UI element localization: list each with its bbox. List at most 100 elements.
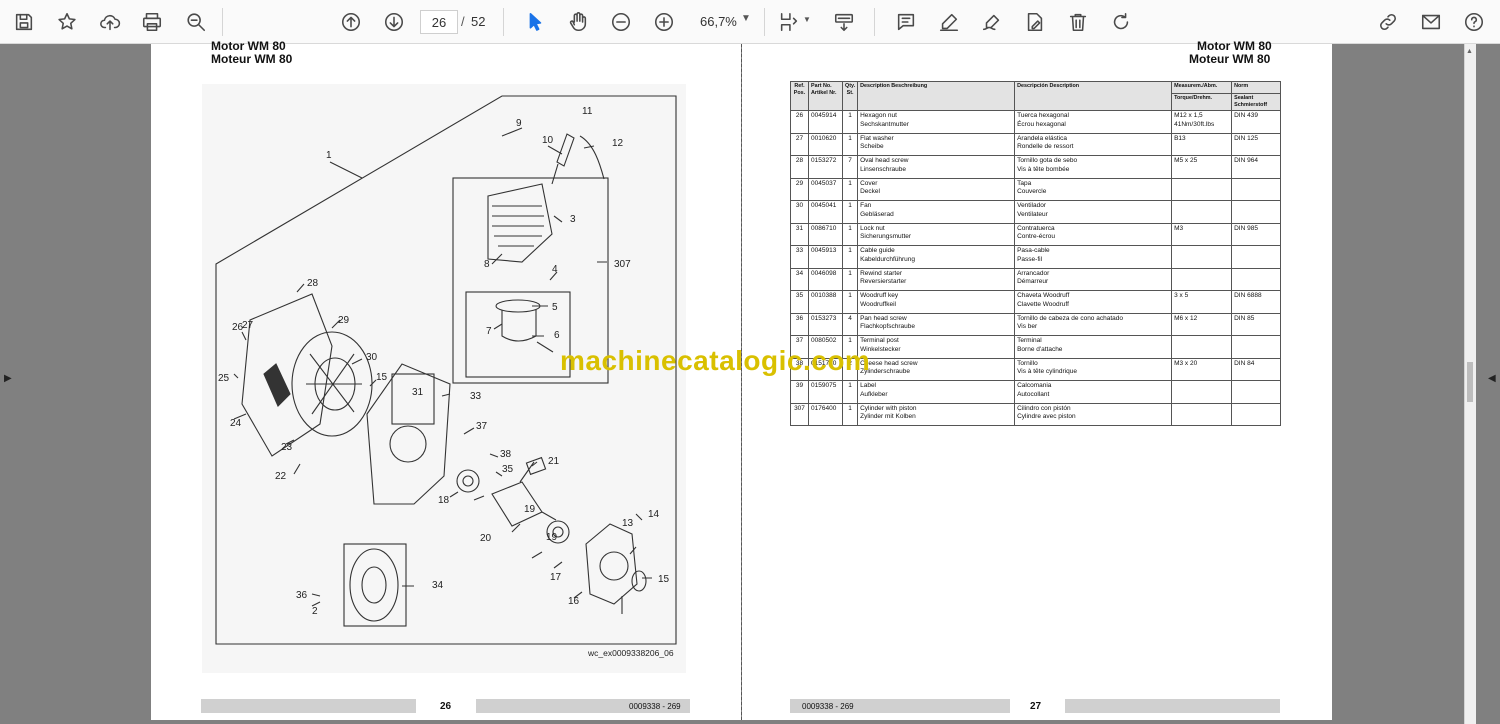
- callout-number: 21: [548, 456, 560, 467]
- fan-cover: [241, 293, 333, 457]
- cell-description-en-de-line: Linsenschraube: [860, 165, 906, 173]
- cell-measurement: [1171, 335, 1233, 359]
- cell-part-no-line: 0045041: [811, 202, 837, 209]
- cell-description-en-de: Flat washer Scheibe: [857, 132, 1016, 156]
- left-panel-toggle-icon[interactable]: ▶: [4, 373, 12, 384]
- callout-number: 13: [622, 518, 634, 529]
- header-sealant-label: Sealant Schmierstoff: [1232, 93, 1280, 110]
- link-sign-icon[interactable]: [1373, 7, 1403, 37]
- callout-number: 34: [432, 580, 444, 591]
- cell-qty: 1: [841, 380, 859, 404]
- table-row: 36 0153273 4 Pan head screw Flachkopfschraub…: [790, 312, 1281, 336]
- cell-part-no-line: 0045914: [811, 112, 837, 119]
- cell-ref: 35: [790, 290, 809, 314]
- help-user-icon[interactable]: [1459, 7, 1489, 37]
- page-title-de: Motor WM 80: [211, 39, 286, 53]
- cell-part-no-line: 0176400: [811, 404, 837, 412]
- print-icon[interactable]: [137, 7, 167, 37]
- scroll-mode-icon[interactable]: [829, 7, 859, 37]
- bookmark-star-icon[interactable]: [52, 7, 82, 37]
- cell-description-es-fr: Arrancador Démarreur: [1014, 267, 1173, 291]
- cell-measurement-line: M6 x 12: [1174, 314, 1198, 322]
- zoom-in-icon[interactable]: [649, 7, 679, 37]
- fit-page-dropdown-icon[interactable]: ▼: [803, 15, 811, 24]
- cell-description-en-de-line: Lock nut: [860, 224, 885, 232]
- cell-description-es-fr: Cilindro con pistón Cylindre avec piston: [1014, 402, 1173, 426]
- header-part: Part No. Artikel Nr.: [808, 81, 843, 111]
- callout-number: 1: [326, 150, 332, 161]
- cell-norm: DIN 964: [1231, 155, 1281, 179]
- page-title-de: Motor WM 80: [1197, 39, 1272, 53]
- zoom-out-icon[interactable]: [606, 7, 636, 37]
- cell-qty: 1: [841, 402, 859, 426]
- page-down-icon[interactable]: [379, 7, 409, 37]
- hand-pan-icon[interactable]: [563, 7, 593, 37]
- cell-qty: 1: [841, 177, 859, 201]
- cell-part-no-line: 0159075: [811, 382, 837, 389]
- plug-cable: [579, 135, 605, 180]
- select-cursor-icon[interactable]: [520, 7, 550, 37]
- scroll-thumb[interactable]: [1467, 362, 1473, 402]
- callout-number: 15: [376, 372, 388, 383]
- page-up-icon[interactable]: [336, 7, 366, 37]
- callout-number: 33: [470, 391, 482, 402]
- zoom-dropdown-icon[interactable]: ▼: [741, 13, 751, 24]
- email-icon[interactable]: [1416, 7, 1446, 37]
- table-header-row: Ref. Pos. Part No. Artikel Nr. Qty. St. …: [790, 81, 1281, 111]
- cell-description-en-de-line: Aufkleber: [860, 390, 888, 398]
- cell-norm: DIN 439: [1231, 110, 1281, 134]
- callout-number: 16: [568, 596, 580, 607]
- cell-description-es-fr-line: Vis à tête bombée: [1017, 165, 1070, 173]
- piston: [501, 310, 537, 342]
- callout-number: 24: [230, 418, 242, 429]
- delete-icon[interactable]: [1063, 7, 1093, 37]
- bearing: [456, 469, 480, 493]
- cell-part-no: 0045913: [808, 245, 843, 269]
- highlight-pen-icon[interactable]: [934, 7, 964, 37]
- save-icon[interactable]: [9, 7, 39, 37]
- draw-sign-icon[interactable]: [977, 7, 1007, 37]
- cell-description-en-de: Terminal post Winkelstecker: [857, 335, 1016, 359]
- cell-norm: DIN 84: [1231, 357, 1281, 381]
- footer-bar-left: [201, 699, 416, 713]
- cell-ref-line: 35: [795, 292, 804, 299]
- callout-number: 19: [524, 504, 536, 515]
- table-row: 27 0010620 1 Flat washer Scheibe Arandela elá…: [790, 132, 1281, 156]
- rotate-icon[interactable]: [1106, 7, 1136, 37]
- zoom-level: 66,7%: [700, 14, 737, 29]
- table-row: 28 0153272 7 Oval head screw Linsenschraube T…: [790, 155, 1281, 179]
- cell-qty: 1: [841, 267, 859, 291]
- toolbar-separator: [764, 8, 765, 36]
- comment-icon[interactable]: [891, 7, 921, 37]
- page-number-input[interactable]: [420, 10, 458, 34]
- cell-description-en-de-line: Sechskantmutter: [860, 120, 909, 128]
- upload-cloud-icon[interactable]: [95, 7, 125, 37]
- cell-measurement-line: 3 x 5: [1174, 292, 1189, 299]
- callout-number: 5: [552, 302, 558, 313]
- cell-description-es-fr-line: Clavette Woodruff: [1017, 300, 1069, 308]
- cell-measurement-line: M3: [1174, 224, 1184, 232]
- cell-part-no-line: 0086710: [811, 224, 837, 232]
- scroll-up-arrow-icon[interactable]: ▲: [1466, 48, 1473, 55]
- zoom-search-icon[interactable]: [181, 7, 211, 37]
- edit-pdf-icon[interactable]: [1020, 7, 1050, 37]
- cell-measurement-line: 41Nm/30ft.lbs: [1174, 120, 1215, 128]
- cell-description-es-fr-line: Contre-écrou: [1017, 233, 1056, 240]
- callout-number: 20: [480, 533, 492, 544]
- cell-qty: 1: [841, 110, 859, 134]
- cell-description-es-fr-line: Tapa: [1017, 179, 1032, 187]
- fit-page-icon[interactable]: [774, 7, 804, 37]
- cell-part-no-line: 0045913: [811, 247, 837, 254]
- right-panel-toggle-icon[interactable]: ◀: [1488, 373, 1496, 384]
- table-row: 34 0046098 1 Rewind starter Reversierstarter…: [790, 267, 1281, 291]
- toolbar-separator: [874, 8, 875, 36]
- cell-part-no: 0045914: [808, 110, 843, 134]
- table-row: 26 0045914 1 Hexagon nut Sechskantmutter Tuer…: [790, 110, 1281, 134]
- cell-description-es-fr: Ventilador Ventilateur: [1014, 200, 1173, 224]
- cell-qty-line: 1: [848, 179, 852, 187]
- crankcase-half-2: [585, 523, 638, 605]
- cell-norm: [1231, 335, 1281, 359]
- page-separator: /: [461, 14, 465, 29]
- cell-description-en-de: Fan Gebläserad: [857, 200, 1016, 224]
- cell-description-es-fr: Tapa Couvercle: [1014, 177, 1173, 201]
